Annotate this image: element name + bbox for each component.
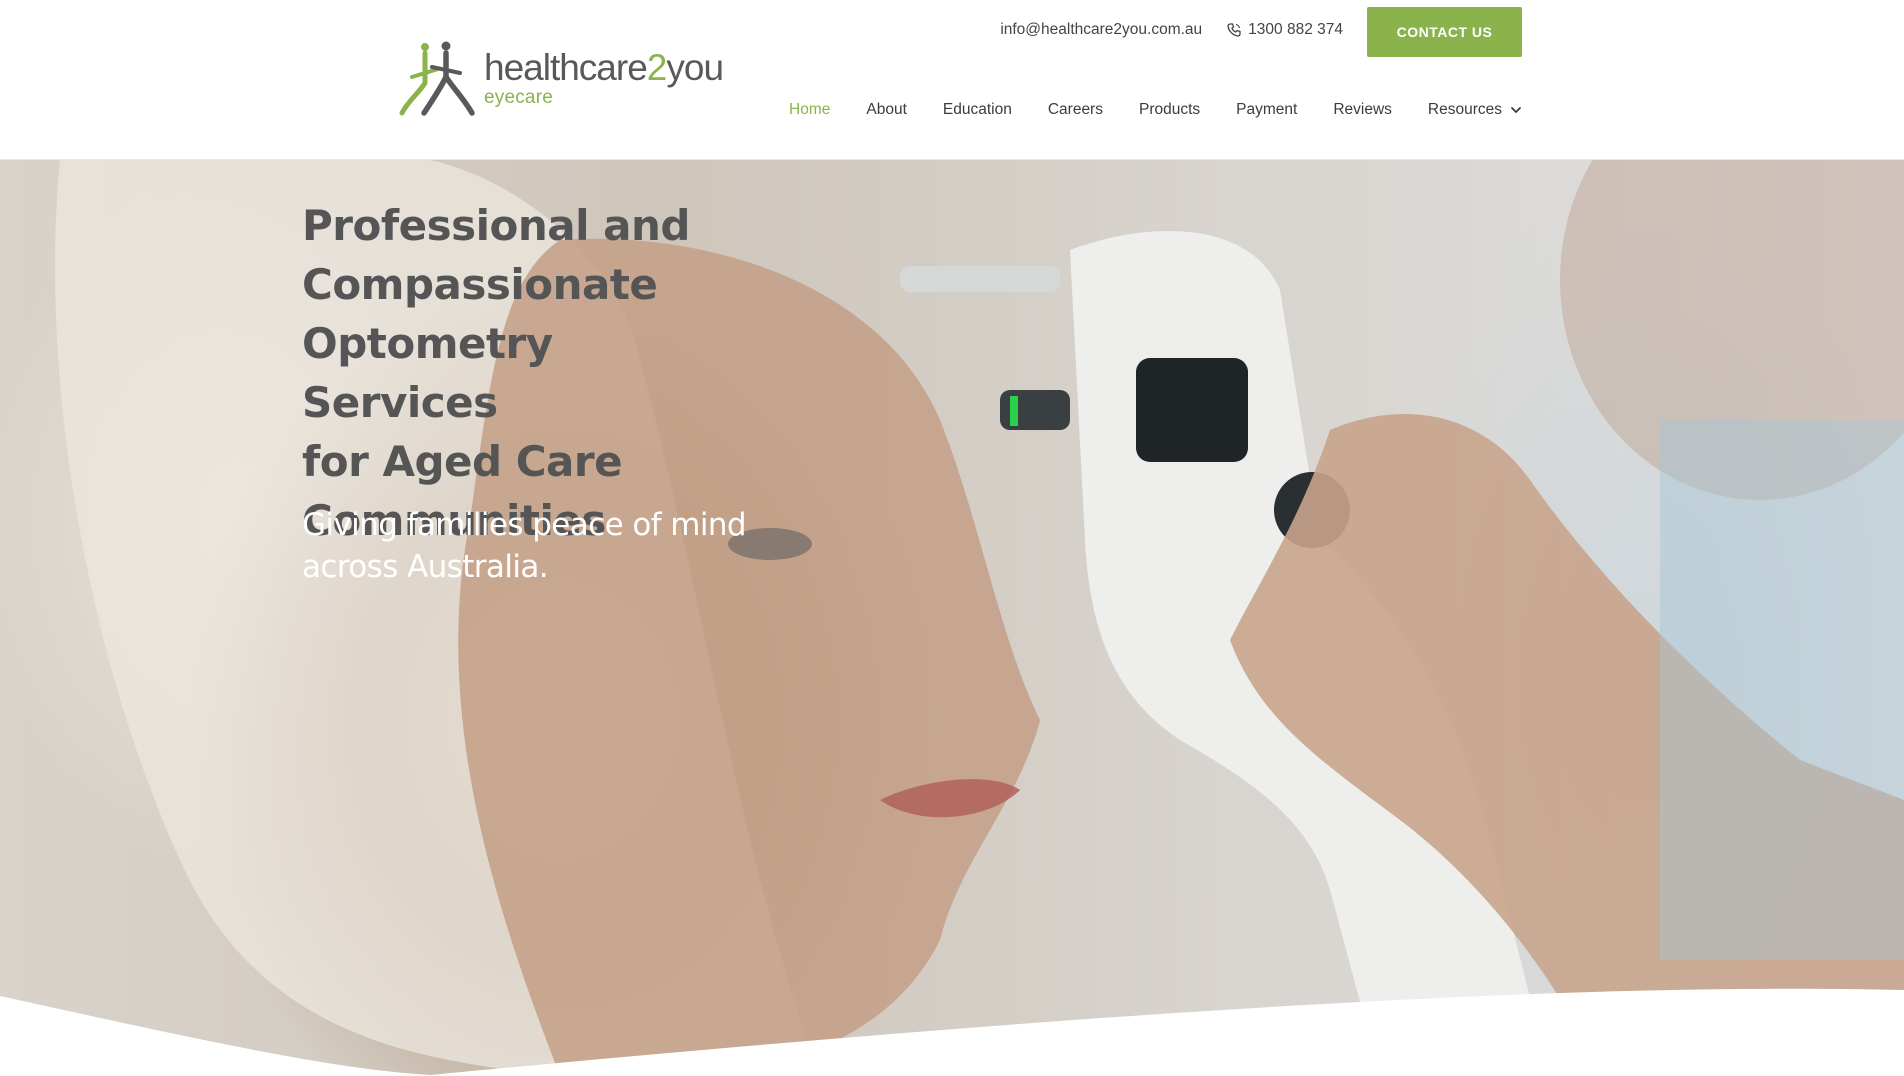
logo-wordmark: healthcare2you eyecare: [484, 47, 724, 108]
logo-name-part3: you: [666, 47, 724, 88]
hero-device-probe: [900, 266, 1060, 292]
nav-item-payment[interactable]: Payment: [1236, 101, 1297, 119]
nav-item-reviews[interactable]: Reviews: [1333, 101, 1392, 119]
phone-number: 1300 882 374: [1248, 21, 1343, 38]
logo-icon: [399, 41, 475, 116]
hero-subtitle-line: across Australia.: [302, 549, 549, 585]
site-header: healthcare2you eyecare info@healthcare2y…: [0, 0, 1904, 160]
hero-subtitle-line: Giving families peace of mind: [302, 507, 747, 543]
logo-name: healthcare2you: [484, 47, 724, 88]
hero-title-line: Optometry Services: [302, 319, 553, 427]
hero-title-line: Professional and: [302, 201, 690, 250]
nav-item-careers[interactable]: Careers: [1048, 101, 1103, 119]
phone-icon: [1227, 23, 1241, 37]
nav-item-about[interactable]: About: [866, 101, 907, 119]
logo-name-part2: 2: [646, 47, 668, 88]
nav-item-resources-label: Resources: [1427, 101, 1502, 118]
top-contact-bar: info@healthcare2you.com.au 1300 882 374 …: [1000, 0, 1522, 60]
hero-examiner-shirt: [1660, 420, 1904, 960]
hero-device-screen: [1136, 358, 1248, 462]
nav-item-education[interactable]: Education: [943, 101, 1012, 119]
hero-section: Professional and Compassionate Optometry…: [0, 160, 1904, 1076]
logo-name-part1: healthcare: [484, 47, 648, 88]
main-nav: Home About Education Careers Products Pa…: [789, 93, 1522, 127]
nav-item-resources[interactable]: Resources: [1428, 101, 1522, 119]
contact-us-button[interactable]: CONTACT US: [1367, 7, 1522, 57]
hero-subtitle: Giving families peace of mind across Aus…: [302, 504, 782, 588]
hero-image: [0, 160, 1904, 1076]
hero-title-line: Compassionate: [302, 260, 658, 309]
nav-item-products[interactable]: Products: [1139, 101, 1200, 119]
hero-title-line: for Aged Care: [302, 437, 623, 486]
chevron-down-icon: [1511, 107, 1521, 114]
logo-tagline: eyecare: [484, 87, 553, 108]
email-link[interactable]: info@healthcare2you.com.au: [1000, 21, 1202, 39]
hero-device-led: [1010, 396, 1018, 426]
site-logo[interactable]: healthcare2you eyecare: [398, 38, 724, 118]
page: healthcare2you eyecare info@healthcare2y…: [0, 0, 1904, 1076]
nav-item-home[interactable]: Home: [789, 101, 830, 119]
hero-title: Professional and Compassionate Optometry…: [302, 196, 762, 550]
phone-link[interactable]: 1300 882 374: [1226, 21, 1343, 39]
